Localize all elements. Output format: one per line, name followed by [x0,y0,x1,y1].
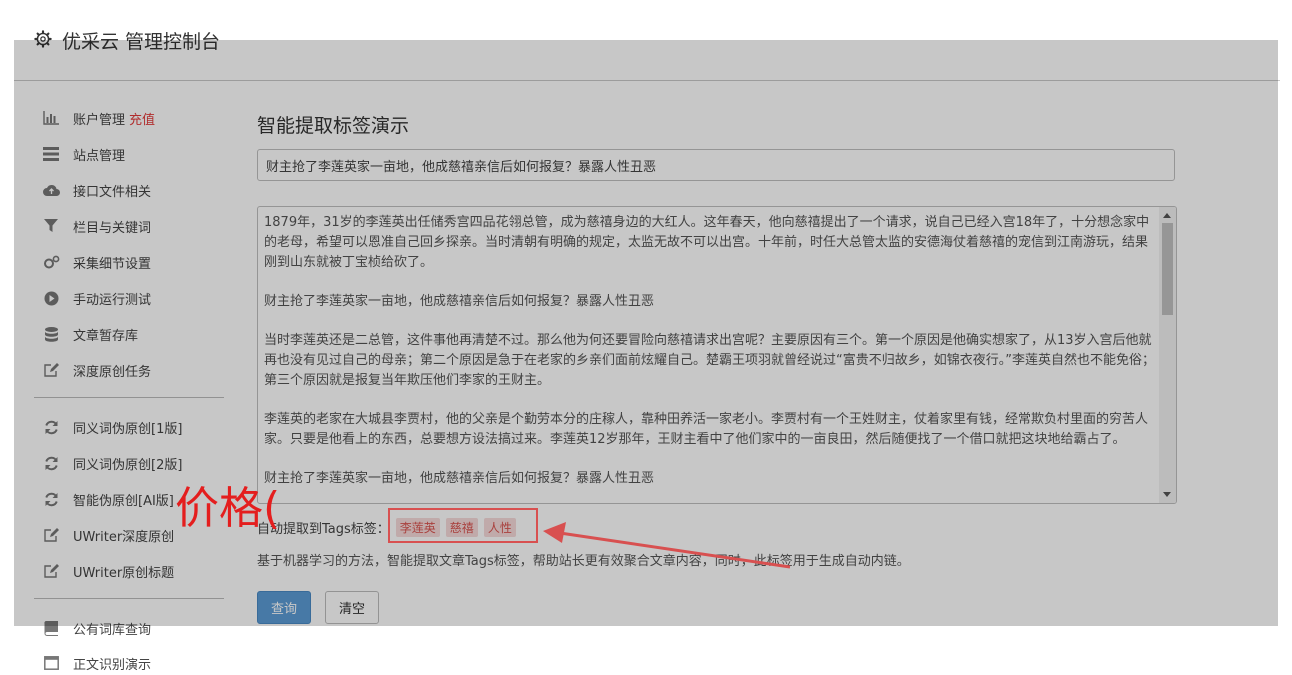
sidebar-item-label: 账户管理 [73,112,126,128]
book-icon [42,619,60,637]
sidebar-item-sites[interactable]: 站点管理 [34,142,125,166]
cloud-upload-icon [42,181,60,199]
content-paragraph: 当时李莲英还是二总管，这件事他再清楚不过。那么他为何还要冒险向慈禧请求出宫呢？主… [264,333,1155,388]
page-title: 智能提取标签演示 [257,115,410,137]
database-icon [42,325,60,343]
sidebar-item-label: UWriter原创标题 [73,565,175,581]
clear-button[interactable]: 清空 [325,591,379,624]
content-paragraph: 李莲英的老家在大城县李贾村，他的父亲是个勤劳本分的庄稼人，靠种田养活一家老小。李… [264,412,1149,447]
sidebar-item-label: 同义词伪原创[2版] [73,457,183,473]
app-header: 优采云 管理控制台 [14,10,1280,81]
sidebar-item-synonym-v1[interactable]: 同义词伪原创[1版] [34,415,182,439]
filter-icon [42,217,60,235]
sidebar-item-collect-settings[interactable]: 采集细节设置 [34,250,151,274]
content-paragraph: 财主抢了李莲英家一亩地，他成慈禧亲信后如何报复？暴露人性丑恶 [264,294,655,309]
sidebar-item-synonym-v2[interactable]: 同义词伪原创[2版] [34,451,182,475]
sidebar-item-interface-files[interactable]: 接口文件相关 [34,178,151,202]
content-scrollbar[interactable] [1159,207,1176,503]
sidebar-item-article-store[interactable]: 文章暂存库 [34,322,138,346]
scroll-up-arrow-icon[interactable] [1163,213,1171,218]
sidebar-item-label: 手动运行测试 [73,292,152,308]
content-paragraph: 财主抢了李莲英家一亩地，他成慈禧亲信后如何报复？暴露人性丑恶 [264,471,655,486]
sidebar-item-text-recognition[interactable]: 正文识别演示 [34,651,151,675]
refresh-icon [42,454,60,472]
article-content-textarea[interactable]: 1879年，31岁的李莲英出任储秀宫四品花翎总管，成为慈禧身边的大红人。这年春天… [257,206,1177,504]
scroll-down-arrow-icon[interactable] [1163,492,1171,497]
app-title: 优采云 管理控制台 [62,31,221,53]
refresh-icon [42,418,60,436]
query-button[interactable]: 查询 [257,591,311,624]
sidebar-item-label: 采集细节设置 [73,256,152,272]
sidebar-item-label: 深度原创任务 [73,364,152,380]
edit-icon [42,526,60,544]
sidebar-divider [34,598,224,599]
sidebar-item-label: 公有词库查询 [73,622,152,638]
sidebar-divider [34,397,224,398]
sidebar-item-label: 文章暂存库 [73,328,139,344]
article-title-input[interactable]: 财主抢了李莲英家一亩地，他成慈禧亲信后如何报复？暴露人性丑恶 [257,149,1175,181]
sidebar-item-label: 栏目与关键词 [73,220,152,236]
edit-icon [42,562,60,580]
sidebar-item-label: 接口文件相关 [73,184,152,200]
sidebar-item-account[interactable]: 账户管理 充值 [34,106,155,130]
article-title-value: 财主抢了李莲英家一亩地，他成慈禧亲信后如何报复？暴露人性丑恶 [266,159,657,175]
sidebar-item-label: UWriter深度原创 [73,529,175,545]
sidebar-item-public-dict[interactable]: 公有词库查询 [34,616,151,640]
article-content-text: 1879年，31岁的李莲英出任储秀宫四品花翎总管，成为慈禧身边的大红人。这年春天… [264,213,1156,503]
sidebar-item-deep-original[interactable]: 深度原创任务 [34,358,151,382]
sidebar-item-manual-run[interactable]: 手动运行测试 [34,286,151,310]
sidebar-item-label: 站点管理 [73,148,126,164]
sidebar-item-label: 智能伪原创[AI版] [73,493,174,509]
refresh-icon [42,490,60,508]
sidebar-item-label: 同义词伪原创[1版] [73,421,183,437]
play-icon [42,289,60,307]
edit-icon [42,361,60,379]
feature-description: 基于机器学习的方法，智能提取文章Tags标签，帮助站长更有效聚合文章内容，同时，… [257,554,910,569]
recharge-link[interactable]: 充值 [129,109,155,128]
sidebar-item-uwriter-deep[interactable]: UWriter深度原创 [34,523,174,547]
bar-chart-icon [42,109,60,127]
annotation-text: 价格( [175,483,281,534]
annotation-highlight-box [388,508,538,543]
sidebar-item-columns-keywords[interactable]: 栏目与关键词 [34,214,151,238]
sidebar-item-label: 正文识别演示 [73,657,152,673]
window-icon [42,654,60,672]
list-icon [42,145,60,163]
gears-icon [42,253,60,271]
sidebar-item-uwriter-title[interactable]: UWriter原创标题 [34,559,174,583]
sidebar-item-ai-rewrite[interactable]: 智能伪原创[AI版] [34,487,174,511]
content-paragraph: 1879年，31岁的李莲英出任储秀宫四品花翎总管，成为慈禧身边的大红人。这年春天… [264,215,1150,270]
scroll-thumb[interactable] [1162,223,1173,315]
gear-icon [34,30,52,48]
